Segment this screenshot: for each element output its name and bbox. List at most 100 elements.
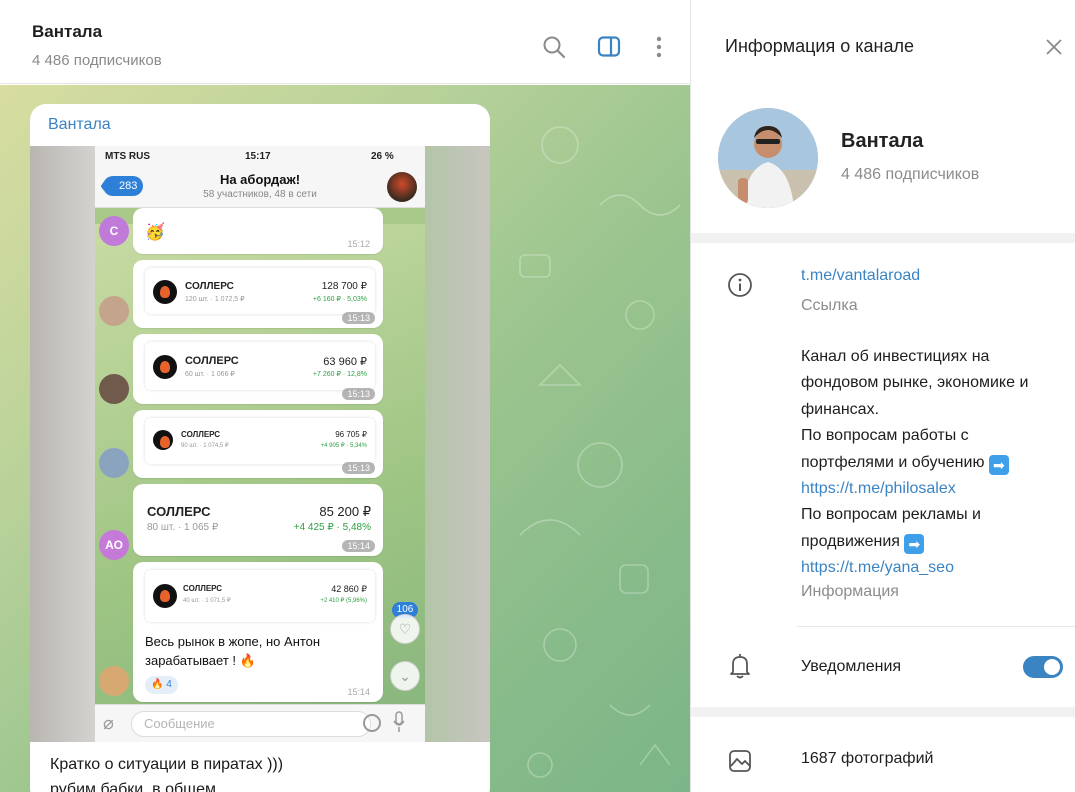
photos-count[interactable]: 1687 фотографий xyxy=(801,750,933,768)
search-icon[interactable] xyxy=(541,34,567,60)
member-avatar xyxy=(99,374,129,404)
reactions-heart-icon: ♡ xyxy=(390,614,420,644)
stock-sub: 80 шт. · 1 065 ₽ xyxy=(147,522,219,533)
description-link-yana-seo[interactable]: https://t.me/yana_seo xyxy=(801,559,954,576)
chat-subscribers: 4 486 подписчиков xyxy=(32,52,162,69)
chat-pane: Вантала 4 486 подписчиков Вантала MTS RU… xyxy=(0,0,690,792)
chat-background: Вантала MTS RUS 15:17 26 % ‹ 283 На абор… xyxy=(0,85,690,792)
stock-name: СОЛЛЕРС xyxy=(185,281,234,292)
phone-message: СОЛЛЕРС 60 шт. · 1 066 ₽ 63 960 ₽ +7 260… xyxy=(133,334,383,404)
status-battery: 26 % xyxy=(371,151,394,162)
message-photo[interactable]: MTS RUS 15:17 26 % ‹ 283 На абордаж! 58 … xyxy=(30,146,490,742)
section-separator xyxy=(691,707,1075,717)
photo-blur-left xyxy=(30,146,95,742)
chat-title[interactable]: Вантала xyxy=(32,22,102,42)
caption-line: рубим бабки, в общем. xyxy=(50,781,221,792)
description-label: Информация xyxy=(801,583,899,600)
stock-name: СОЛЛЕРС xyxy=(181,430,221,439)
stock-sub: 60 шт. · 1 066 ₽ xyxy=(185,371,235,378)
stock-sub: 120 шт. · 1 072,5 ₽ xyxy=(185,296,245,303)
arrow-right-icon: ➡ xyxy=(904,533,925,554)
notifications-toggle[interactable] xyxy=(1023,656,1063,678)
stock-value: 42 860 ₽ xyxy=(331,584,367,594)
status-time: 15:17 xyxy=(245,151,271,162)
attach-icon: ⌀ xyxy=(103,713,114,733)
more-icon[interactable] xyxy=(646,34,672,60)
message-caption: Кратко о ситуации в пиратах ))) рубим ба… xyxy=(50,752,283,792)
stock-value: 96 705 ₽ xyxy=(335,430,367,439)
status-carrier: MTS RUS xyxy=(105,151,150,162)
channel-message[interactable]: Вантала MTS RUS 15:17 26 % ‹ 283 На абор… xyxy=(30,104,490,792)
phone-message: СОЛЛЕРС 80 шт. · 1 065 ₽ 85 200 ₽ +4 425… xyxy=(133,484,383,556)
channel-avatar[interactable] xyxy=(718,108,818,208)
stock-name: СОЛЛЕРС xyxy=(147,504,211,519)
scroll-down-icon: ⌄ xyxy=(390,661,420,691)
notifications-label[interactable]: Уведомления xyxy=(801,658,901,676)
phone-message: 🥳 15:12 xyxy=(133,208,383,254)
sidebar-toggle-icon[interactable] xyxy=(596,34,622,60)
phone-message: СОЛЛЕРС 90 шт. · 1 074,5 ₽ 96 705 ₽ +4 9… xyxy=(133,410,383,478)
sollers-logo xyxy=(153,355,177,379)
caption-line: Кратко о ситуации в пиратах ))) xyxy=(50,756,284,773)
stock-value: 128 700 ₽ xyxy=(321,281,367,292)
message-time: 15:13 xyxy=(342,388,375,400)
info-pane-title: Информация о канале xyxy=(725,36,914,56)
sticker-icon xyxy=(363,714,381,732)
phone-input-bar: ⌀ Сообщение xyxy=(95,704,425,742)
arrow-right-icon: ➡ xyxy=(988,454,1009,475)
divider xyxy=(797,626,1075,627)
message-time: 15:12 xyxy=(347,239,370,249)
mic-icon xyxy=(393,711,405,732)
stock-card: СОЛЛЕРС 120 шт. · 1 072,5 ₽ 128 700 ₽ +6… xyxy=(145,268,375,314)
channel-name: Вантала xyxy=(841,130,924,152)
description-text: Канал об инвестициях на фондовом рынке, … xyxy=(801,348,1029,418)
stock-change: +2 410 ₽ (5,96%) xyxy=(320,598,367,604)
phone-screenshot: MTS RUS 15:17 26 % ‹ 283 На абордаж! 58 … xyxy=(95,146,425,742)
avatar-photo xyxy=(718,108,818,208)
sticker-emoji: 🥳 xyxy=(145,224,165,241)
reaction-badge: 🔥 4 xyxy=(145,676,178,694)
channel-link[interactable]: t.me/vantalaroad xyxy=(801,267,920,285)
group-avatar xyxy=(387,172,417,202)
message-author[interactable]: Вантала xyxy=(48,116,111,134)
photos-icon xyxy=(729,750,751,772)
channel-description: Канал об инвестициях на фондовом рынке, … xyxy=(801,344,1051,582)
stock-card: СОЛЛЕРС 40 шт. · 1 071,5 ₽ 42 860 ₽ +2 4… xyxy=(145,570,375,622)
message-time: 15:14 xyxy=(347,687,370,697)
stock-sub: 90 шт. · 1 074,5 ₽ xyxy=(181,443,229,449)
group-subtitle: 58 участников, 48 в сети xyxy=(203,189,317,200)
stock-change: +4 425 ₽ · 5,48% xyxy=(293,522,371,533)
group-title: На абордаж! xyxy=(219,172,301,187)
phone-message-field: Сообщение xyxy=(131,711,371,737)
stock-sub: 40 шт. · 1 071,5 ₽ xyxy=(183,598,231,604)
stock-value: 63 960 ₽ xyxy=(323,356,367,368)
channel-subscribers: 4 486 подписчиков xyxy=(841,166,980,183)
phone-status-bar: MTS RUS 15:17 26 % xyxy=(95,146,425,168)
reaction-count: 4 xyxy=(166,679,172,690)
phone-message: СОЛЛЕРС 120 шт. · 1 072,5 ₽ 128 700 ₽ +6… xyxy=(133,260,383,328)
phone-nav-bar: ‹ 283 На абордаж! 58 участников, 48 в се… xyxy=(95,168,425,208)
message-time: 15:14 xyxy=(342,540,375,552)
description-link-philosalex[interactable]: https://t.me/philosalex xyxy=(801,480,956,497)
description-text: По вопросам работы с портфелями и обучен… xyxy=(801,427,985,471)
section-separator xyxy=(691,233,1075,243)
sollers-logo xyxy=(153,430,173,450)
stock-change: +7 260 ₽ · 12,8% xyxy=(312,371,367,378)
description-text: По вопросам рекламы и продвижения xyxy=(801,506,981,550)
stock-name: СОЛЛЕРС xyxy=(183,584,223,593)
close-icon[interactable] xyxy=(1043,36,1065,58)
member-avatar xyxy=(99,296,129,326)
stock-change: +4 905 ₽ · 5,34% xyxy=(320,443,367,449)
stock-value: 85 200 ₽ xyxy=(319,504,371,519)
member-avatar xyxy=(99,448,129,478)
stock-card: СОЛЛЕРС 90 шт. · 1 074,5 ₽ 96 705 ₽ +4 9… xyxy=(145,418,375,464)
channel-info-pane: Информация о канале Вантала 4 486 подпис… xyxy=(690,0,1075,792)
stock-name: СОЛЛЕРС xyxy=(185,355,239,367)
message-time: 15:13 xyxy=(342,462,375,474)
chat-header[interactable]: Вантала 4 486 подписчиков xyxy=(0,0,690,84)
info-icon xyxy=(728,273,752,297)
message-time: 15:13 xyxy=(342,312,375,324)
photo-blur-right xyxy=(425,146,490,742)
message-text: Весь рынок в жопе, но Антон зарабатывает… xyxy=(145,634,321,668)
phone-message: СОЛЛЕРС 40 шт. · 1 071,5 ₽ 42 860 ₽ +2 4… xyxy=(133,562,383,702)
